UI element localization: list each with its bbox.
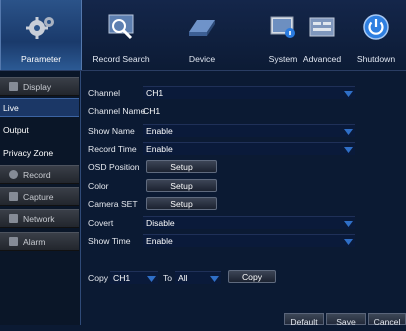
copy-to-value: All: [178, 273, 188, 283]
covert-select[interactable]: Disable: [143, 216, 355, 229]
cancel-button[interactable]: Cancel: [368, 313, 406, 327]
sidebar-item-label: Privacy Zone: [3, 148, 54, 158]
capture-icon: [9, 192, 18, 201]
sidebar: Display Live Output Privacy Zone Record …: [0, 71, 81, 325]
magnifier-icon: [108, 14, 134, 40]
sidebar-item-label: Output: [3, 125, 29, 135]
covert-label: Covert: [88, 218, 114, 228]
channel-label: Channel: [88, 88, 121, 98]
menu-label: Shutdown: [356, 54, 396, 64]
sidebar-item-live[interactable]: Live: [0, 98, 79, 117]
sidebar-category-display[interactable]: Display: [0, 77, 79, 96]
menu-record-search[interactable]: Record Search: [81, 0, 161, 70]
sidebar-item-label: Network: [23, 214, 55, 224]
sidebar-item-label: Display: [23, 82, 52, 92]
show-name-select[interactable]: Enable: [143, 124, 355, 137]
sidebar-item-output[interactable]: Output: [0, 121, 79, 140]
hard-drive-icon: [189, 20, 215, 36]
camera-set-label: Camera SET: [88, 199, 138, 209]
chevron-down-icon: [344, 221, 353, 227]
channel-name-field[interactable]: CH1: [143, 106, 160, 116]
live-settings-panel: Channel CH1 Channel Name CH1 Show Name E…: [81, 71, 406, 325]
osd-position-label: OSD Position: [88, 162, 140, 172]
sidebar-category-alarm[interactable]: Alarm: [0, 232, 79, 251]
copy-to-select[interactable]: All: [175, 271, 221, 284]
advanced-settings-icon: [309, 17, 335, 37]
copy-label: Copy: [88, 273, 109, 283]
show-time-label: Show Time: [88, 236, 131, 246]
sidebar-item-privacy-zone[interactable]: Privacy Zone: [0, 144, 79, 163]
default-button[interactable]: Default: [284, 313, 324, 327]
record-time-label: Record Time: [88, 144, 137, 154]
sidebar-category-record[interactable]: Record: [0, 165, 79, 184]
chevron-down-icon: [147, 276, 156, 282]
menu-parameter[interactable]: Parameter: [0, 0, 82, 70]
menu-label: Device: [188, 54, 216, 64]
color-label: Color: [88, 181, 109, 191]
channel-name-label: Channel Name: [88, 106, 146, 116]
show-name-label: Show Name: [88, 126, 135, 136]
copy-from-value: CH1: [113, 273, 131, 283]
menu-device[interactable]: Device: [162, 0, 242, 70]
sidebar-category-capture[interactable]: Capture: [0, 187, 79, 206]
network-icon: [9, 214, 18, 223]
sidebar-item-label: Alarm: [23, 237, 46, 247]
show-time-value: Enable: [146, 236, 173, 246]
chevron-down-icon: [344, 91, 353, 97]
menu-label: Parameter: [20, 54, 62, 64]
display-icon: [9, 82, 18, 91]
menu-label: Record Search: [92, 54, 150, 64]
alarm-icon: [9, 237, 18, 246]
channel-value: CH1: [146, 88, 164, 98]
power-icon: [363, 14, 389, 40]
sidebar-category-network[interactable]: Network: [0, 209, 79, 228]
record-icon: [9, 170, 18, 179]
record-time-select[interactable]: Enable: [143, 142, 355, 155]
chevron-down-icon: [210, 276, 219, 282]
sidebar-item-label: Capture: [23, 192, 54, 202]
osd-position-setup-button[interactable]: Setup: [146, 160, 217, 173]
chevron-down-icon: [344, 239, 353, 245]
covert-value: Disable: [146, 218, 175, 228]
gears-icon: [26, 17, 54, 39]
copy-button[interactable]: Copy: [228, 270, 276, 283]
copy-from-select[interactable]: CH1: [110, 271, 158, 284]
chevron-down-icon: [344, 129, 353, 135]
save-button[interactable]: Save: [326, 313, 366, 327]
color-setup-button[interactable]: Setup: [146, 179, 217, 192]
channel-select[interactable]: CH1: [143, 86, 355, 99]
sidebar-item-label: Record: [23, 170, 51, 180]
camera-set-setup-button[interactable]: Setup: [146, 197, 217, 210]
show-time-select[interactable]: Enable: [143, 234, 355, 247]
record-time-value: Enable: [146, 144, 173, 154]
chevron-down-icon: [344, 147, 353, 153]
copy-to-label: To: [163, 273, 173, 283]
show-name-value: Enable: [146, 126, 173, 136]
menu-shutdown[interactable]: Shutdown: [346, 0, 406, 70]
top-menu-bar: Parameter Record Search Device System Ad…: [0, 0, 406, 71]
sidebar-item-label: Live: [3, 103, 19, 113]
